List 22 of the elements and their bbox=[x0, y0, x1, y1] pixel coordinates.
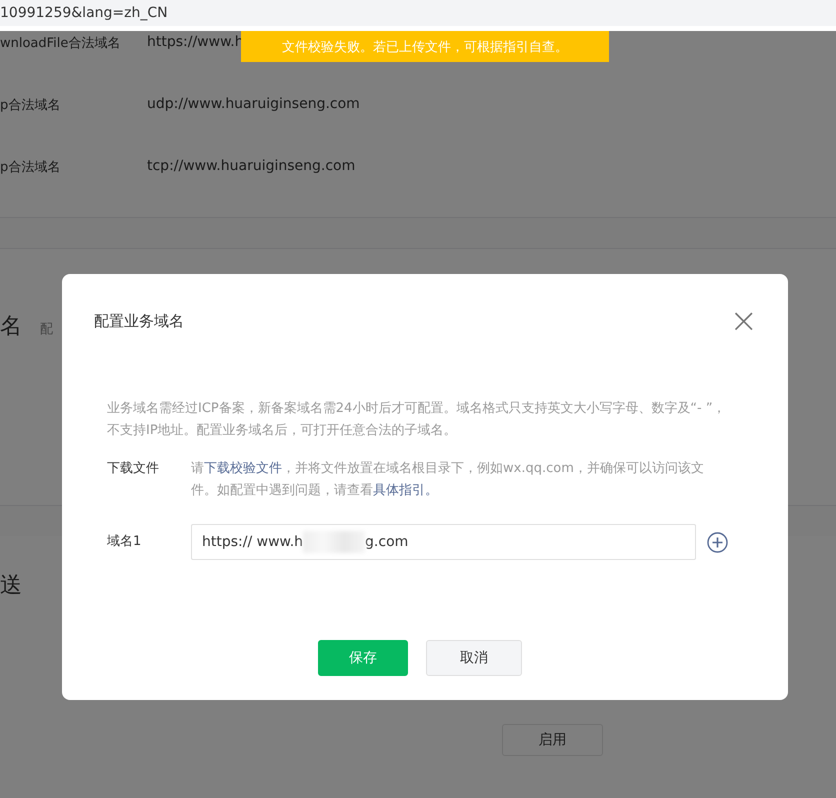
domain-value: udp://www.huaruiginseng.com bbox=[147, 96, 360, 112]
close-button[interactable]: × bbox=[730, 306, 758, 336]
add-icon[interactable] bbox=[707, 532, 728, 552]
domain-value: tcp://www.huaruiginseng.com bbox=[147, 158, 356, 174]
section-title: 名 bbox=[0, 313, 22, 341]
guide-link[interactable]: 具体指引。 bbox=[373, 483, 438, 498]
description-text: 业务域名需经过ICP备案，新备案域名需24小时后才可配置。域名格式只支持英文大小写字母、数字及“- ”，不支持IP地址。配置业务域名后，可打开任意合法的子域名。 bbox=[107, 400, 727, 440]
dialog-title: 配置业务域名 bbox=[94, 312, 184, 330]
domain-label: p合法域名 bbox=[0, 159, 62, 176]
domain-label: wnloadFile合法域名 bbox=[0, 35, 122, 52]
guide-link[interactable]: 下载校验文件 bbox=[204, 461, 282, 476]
domain-field-label: 域名1 bbox=[107, 533, 142, 551]
download-label: 下载文件 bbox=[107, 460, 160, 478]
domain-input-field[interactable]: https:// www.h g.com bbox=[191, 524, 696, 560]
domain-label: p合法域名 bbox=[0, 97, 62, 114]
section-subtitle: 配 bbox=[40, 321, 53, 338]
section-title: 送 bbox=[0, 573, 22, 598]
error-toast: 文件校验失败。若已上传文件，可根据指引自查。 bbox=[241, 31, 609, 62]
enable-button[interactable]: 启用 bbox=[502, 724, 603, 756]
download-instructions: 请下载校验文件，并将文件放置在域名根目录下，例如wx.qq.com，并确保可以访问该文件。如配置中遇到问题，请查看具体指引。 bbox=[191, 460, 705, 500]
domain-value: https://www.h bbox=[147, 34, 244, 50]
cancel-button[interactable]: 取消 bbox=[426, 640, 522, 676]
